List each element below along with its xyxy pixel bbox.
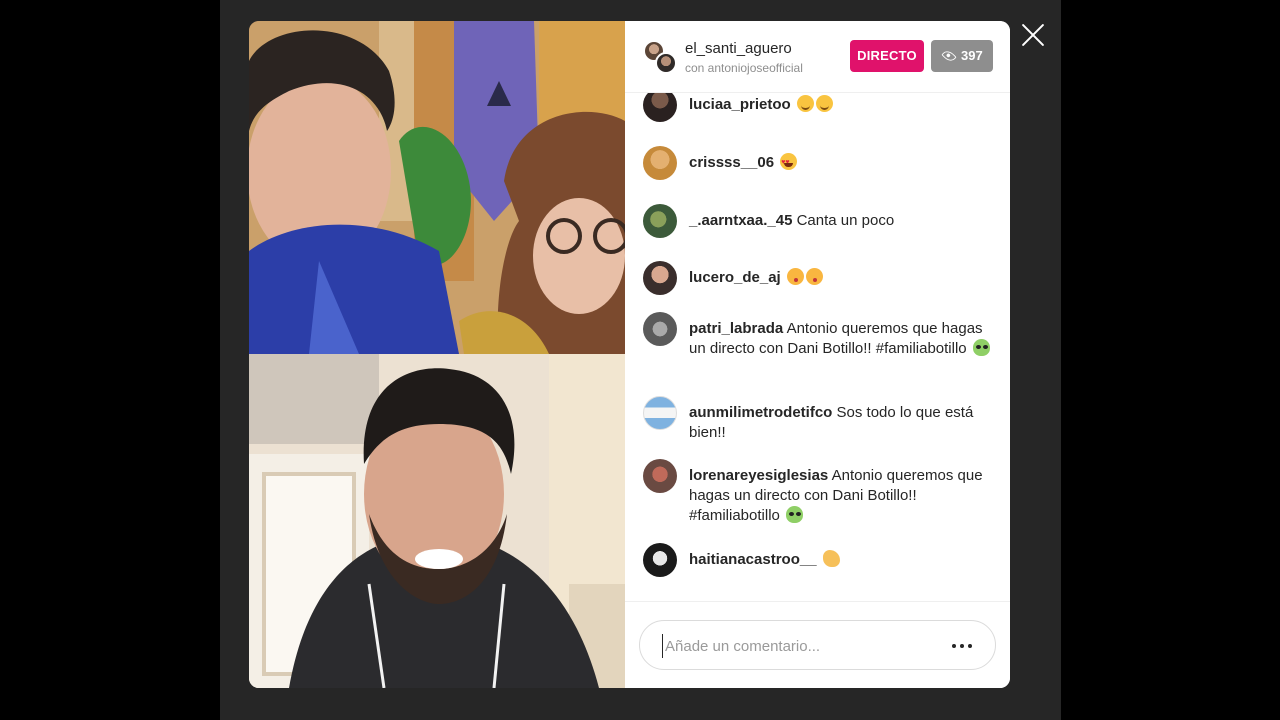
commenter-avatar[interactable] xyxy=(643,459,677,493)
live-header: el_santi_aguero con antoniojoseofficial … xyxy=(625,21,1010,93)
commenter-avatar[interactable] xyxy=(643,204,677,238)
more-options-icon[interactable] xyxy=(952,638,976,654)
commenter-username[interactable]: _.aarntxaa._45 xyxy=(689,212,792,229)
commenter-avatar[interactable] xyxy=(643,543,677,577)
commenter-username[interactable]: patri_labrada xyxy=(689,320,783,337)
smile-emoji-icon xyxy=(815,95,833,112)
commenter-username[interactable]: luciaa_prietoo xyxy=(689,96,791,113)
host-video xyxy=(249,21,625,354)
guest-avatar xyxy=(655,52,677,74)
comment-text: haitianacastroo__ xyxy=(689,550,999,570)
comments-list[interactable]: luciaa_prietoo crissss__06 _.aarntxaa._4… xyxy=(625,93,1010,601)
commenter-avatar[interactable] xyxy=(643,93,677,122)
live-stream-modal: el_santi_aguero con antoniojoseofficial … xyxy=(249,21,1010,688)
kiss-emoji-icon xyxy=(786,268,804,285)
heart-eyes-emoji-icon xyxy=(780,153,798,173)
comment-text: aunmilimetrodetifco Sos todo lo que está… xyxy=(689,403,999,443)
host-avatars[interactable] xyxy=(643,40,679,76)
commenter-username[interactable]: lucero_de_aj xyxy=(689,269,781,286)
comment-text: patri_labrada Antonio queremos que hagas… xyxy=(689,319,999,359)
guest-video-frame xyxy=(249,354,625,688)
commenter-username[interactable]: aunmilimetrodetifco xyxy=(689,404,832,421)
comment-text: luciaa_prietoo xyxy=(689,95,999,115)
close-icon[interactable] xyxy=(1020,22,1046,48)
viewer-count: 397 xyxy=(961,48,983,63)
kiss-emoji-icon xyxy=(805,268,823,285)
comment-text: _.aarntxaa._45 Canta un poco xyxy=(689,211,999,231)
commenter-avatar[interactable] xyxy=(643,146,677,180)
commenter-avatar[interactable] xyxy=(643,312,677,346)
guest-video xyxy=(249,354,625,688)
live-video-area xyxy=(249,21,625,688)
comment-input[interactable] xyxy=(662,634,932,658)
live-badge: DIRECTO xyxy=(850,40,924,72)
alien-emoji-icon xyxy=(786,506,804,523)
commenter-username[interactable]: lorenareyesiglesias xyxy=(689,467,828,484)
comment-text: crissss__06 xyxy=(689,153,999,173)
clap-emoji-icon xyxy=(822,550,840,567)
commenter-username[interactable]: crissss__06 xyxy=(689,154,774,171)
commenter-avatar[interactable] xyxy=(643,396,677,430)
comment-body: Canta un poco xyxy=(796,212,895,229)
commenter-username[interactable]: haitianacastroo__ xyxy=(689,551,817,568)
viewer-count-badge[interactable]: 397 xyxy=(931,40,993,72)
alien-emoji-icon xyxy=(972,339,990,356)
guest-subtitle[interactable]: con antoniojoseofficial xyxy=(685,61,803,75)
live-side-panel: el_santi_aguero con antoniojoseofficial … xyxy=(625,21,1010,688)
comment-text: lorenareyesiglesias Antonio queremos que… xyxy=(689,466,999,526)
host-username[interactable]: el_santi_aguero xyxy=(685,40,792,57)
comment-composer-area xyxy=(625,601,1010,688)
host-video-frame xyxy=(249,21,625,354)
commenter-avatar[interactable] xyxy=(643,261,677,295)
comment-composer xyxy=(639,620,996,670)
smile-emoji-icon xyxy=(796,95,814,112)
eye-icon xyxy=(941,48,957,64)
comment-text: lucero_de_aj xyxy=(689,268,999,288)
